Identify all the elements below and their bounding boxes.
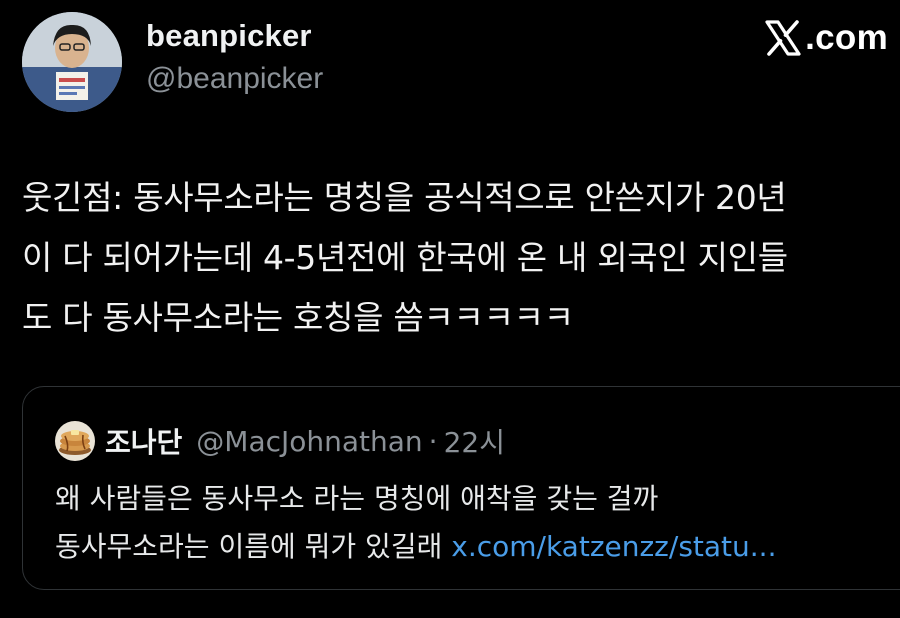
quoted-author-avatar[interactable] bbox=[55, 421, 95, 461]
x-com-brand: .com bbox=[763, 18, 888, 58]
avatar-photo-icon bbox=[22, 12, 122, 112]
quoted-tweet-card[interactable]: 조나단 @MacJohnathan · 22시 왜 사람들은 동사무소 라는 명… bbox=[22, 386, 900, 590]
quoted-tweet-line: 왜 사람들은 동사무소 라는 명칭에 애착을 갖는 걸까 bbox=[55, 482, 659, 515]
tweet-line: 웃긴점: 동사무소라는 명칭을 공식적으로 안쓴지가 20년 bbox=[22, 178, 787, 217]
pancake-avatar-icon bbox=[55, 421, 95, 461]
quoted-timestamp[interactable]: 22시 bbox=[444, 421, 505, 461]
tweet-line: 도 다 동사무소라는 호칭을 씀ㅋㅋㅋㅋㅋ bbox=[22, 298, 574, 337]
quoted-tweet-header: 조나단 @MacJohnathan · 22시 bbox=[55, 421, 505, 461]
quoted-separator: · bbox=[428, 424, 438, 458]
x-logo-icon bbox=[765, 20, 801, 56]
tweet-header: beanpicker @beanpicker .com bbox=[22, 10, 888, 112]
quoted-tweet-link[interactable]: x.com/katzenzz/statu... bbox=[451, 530, 776, 563]
quoted-author-handle[interactable]: @MacJohnathan bbox=[196, 425, 422, 458]
quoted-tweet-body: 왜 사람들은 동사무소 라는 명칭에 애착을 갖는 걸까 동사무소라는 이름에 … bbox=[55, 475, 885, 571]
author-avatar[interactable] bbox=[22, 12, 122, 112]
quoted-tweet-line-text: 동사무소라는 이름에 뭐가 있길래 bbox=[55, 530, 452, 563]
quoted-tweet-line: 동사무소라는 이름에 뭐가 있길래 x.com/katzenzz/statu..… bbox=[55, 523, 885, 571]
quoted-author-display-name[interactable]: 조나단 bbox=[105, 421, 182, 461]
author-handle[interactable]: @beanpicker bbox=[146, 62, 323, 96]
brand-domain: .com bbox=[805, 18, 888, 57]
tweet-line: 이 다 되어가는데 4-5년전에 한국에 온 내 외국인 지인들 bbox=[22, 238, 788, 277]
author-display-name[interactable]: beanpicker bbox=[146, 18, 312, 54]
tweet-body: 웃긴점: 동사무소라는 명칭을 공식적으로 안쓴지가 20년 이 다 되어가는데… bbox=[22, 168, 892, 348]
